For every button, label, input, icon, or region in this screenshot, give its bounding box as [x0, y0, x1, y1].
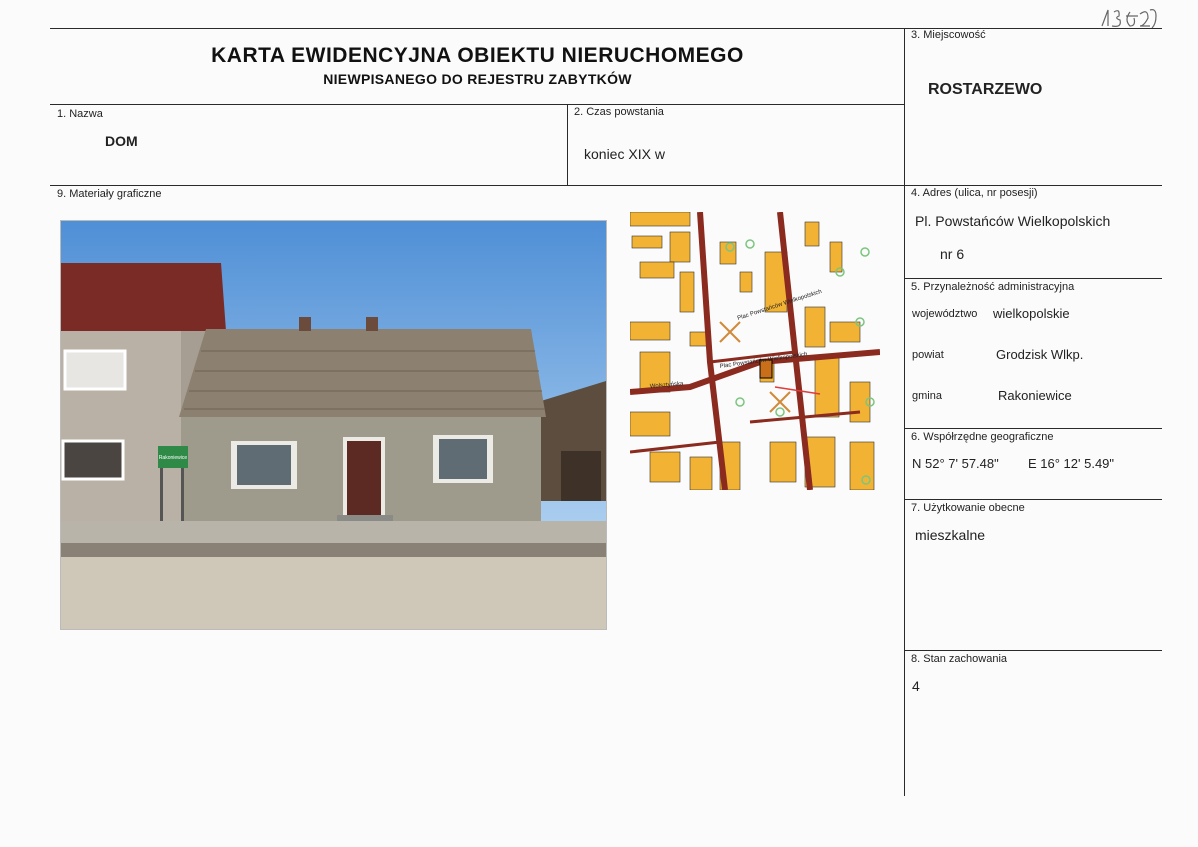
divider-7-8 — [904, 650, 1162, 651]
house-photo-drawing: Rakoniewice — [61, 221, 606, 629]
header-divider — [50, 104, 904, 105]
wojewodztwo-value: wielkopolskie — [993, 306, 1070, 321]
document-subtitle: NIEWPISANEGO DO REJESTRU ZABYTKÓW — [323, 71, 632, 87]
field-value-miejscowosc: ROSTARZEWO — [928, 81, 1043, 98]
field-value-czas: koniec XIX w — [584, 146, 665, 162]
name-date-divider — [567, 104, 568, 185]
location-map: Plac Powstańców Wielkopolskich Plac Pows… — [630, 212, 880, 490]
gmina-value: Rakoniewice — [998, 388, 1072, 403]
field-label-adres: 4. Adres (ulica, nr posesji) — [911, 187, 1038, 199]
document-title: KARTA EWIDENCYJNA OBIEKTU NIERUCHOMEGO — [211, 44, 744, 67]
field-label-miejscowosc: 3. Miejscowość — [911, 29, 986, 41]
field-label-przynaleznosc: 5. Przynależność administracyjna — [911, 281, 1075, 293]
location-map-drawing: Plac Powstańców Wielkopolskich Plac Pows… — [630, 212, 880, 490]
field-label-nazwa: 1. Nazwa — [57, 108, 103, 120]
handwritten-registry-number — [1100, 6, 1160, 37]
field-label-materialy: 9. Materiały graficzne — [57, 188, 162, 200]
divider-6-7 — [904, 499, 1162, 500]
top-border — [50, 28, 1162, 29]
divider-4-5 — [904, 278, 1162, 279]
divider-5-6 — [904, 428, 1162, 429]
coordinate-north: N 52° 7' 57.48" — [912, 456, 999, 471]
street-sign-text: Rakoniewice — [159, 455, 188, 461]
house-photo: Rakoniewice — [60, 220, 607, 630]
wojewodztwo-label: województwo — [912, 308, 978, 320]
coordinate-east: E 16° 12' 5.49" — [1028, 456, 1115, 471]
field-label-uzytkowanie: 7. Użytkowanie obecne — [911, 502, 1025, 514]
field-value-uzytkowanie: mieszkalne — [915, 527, 986, 543]
field-value-number: nr 6 — [940, 246, 965, 262]
row-divider — [50, 185, 1162, 186]
field-label-czas: 2. Czas powstania — [574, 106, 664, 118]
field-label-wspolrzedne: 6. Współrzędne geograficzne — [911, 431, 1054, 443]
powiat-label: powiat — [912, 349, 944, 361]
field-value-stan: 4 — [912, 678, 920, 694]
powiat-value: Grodzisk Wlkp. — [996, 347, 1084, 362]
column-divider — [904, 28, 905, 796]
field-value-street: Pl. Powstańców Wielkopolskich — [915, 213, 1111, 229]
field-label-stan: 8. Stan zachowania — [911, 653, 1008, 665]
gmina-label: gmina — [912, 390, 942, 402]
field-value-nazwa: DOM — [105, 133, 138, 149]
